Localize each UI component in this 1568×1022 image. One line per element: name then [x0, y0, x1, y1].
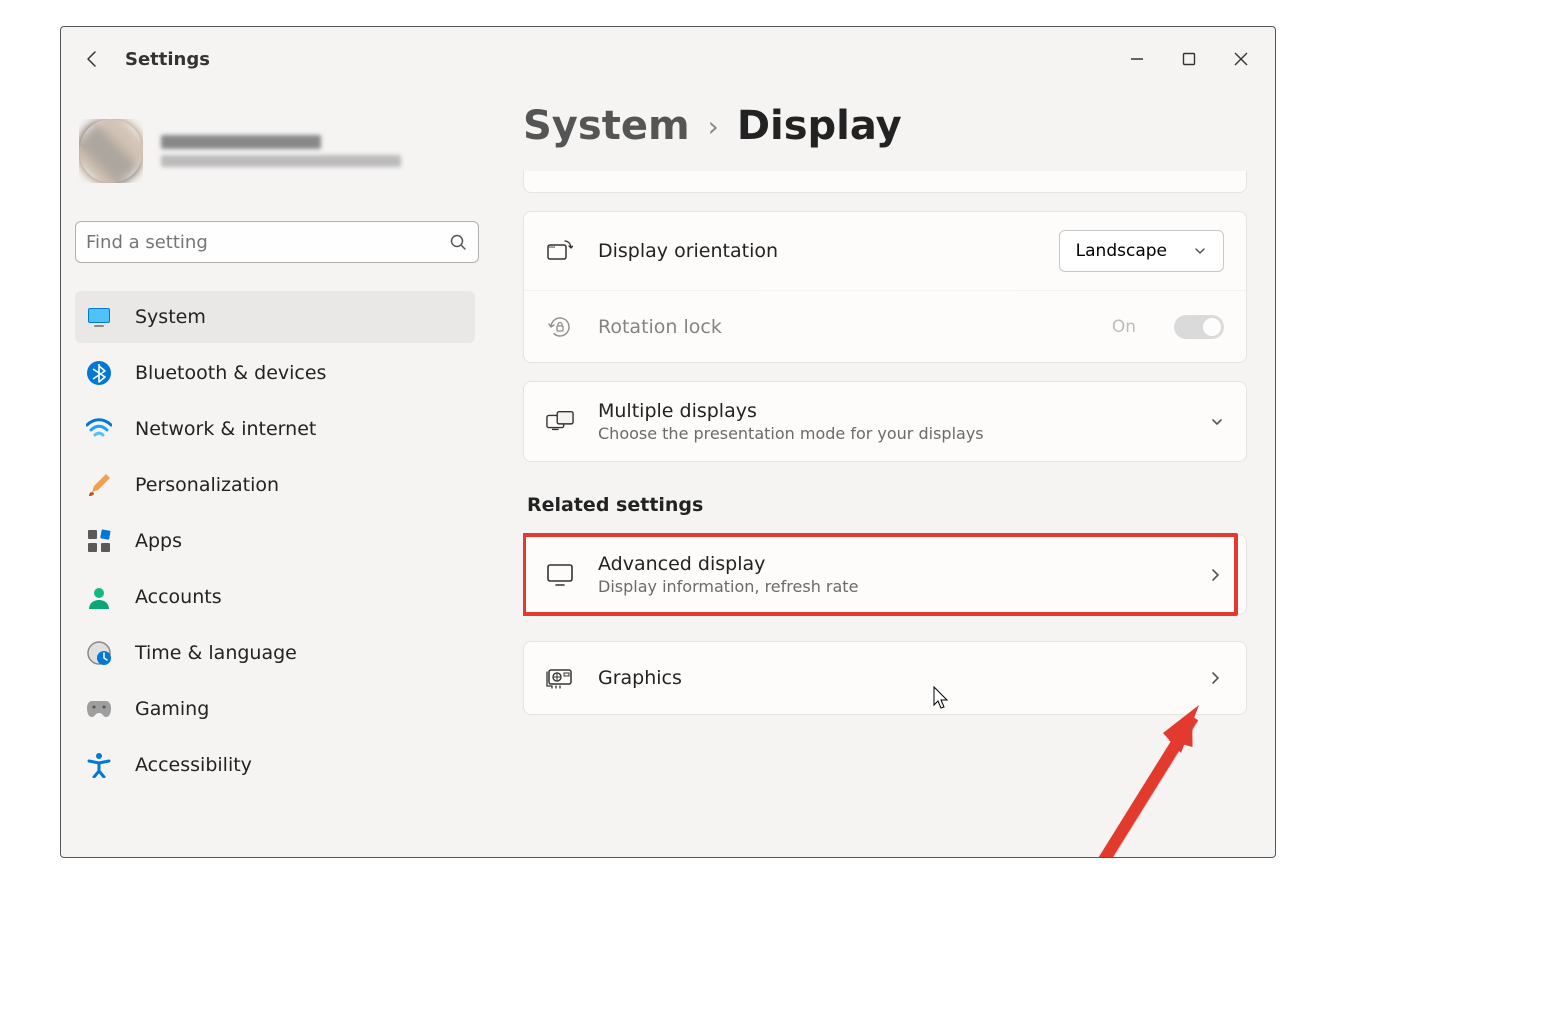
setting-subtitle: Display information, refresh rate [598, 577, 1182, 596]
brush-icon [85, 471, 113, 499]
chevron-down-icon [1193, 244, 1207, 258]
avatar [79, 119, 143, 183]
chevron-right-icon [1206, 669, 1224, 687]
setting-display-orientation: Display orientation Landscape [524, 212, 1246, 290]
rotation-lock-icon [546, 313, 574, 341]
search-input[interactable] [86, 232, 448, 253]
search-box[interactable] [75, 221, 479, 263]
sidebar-item-label: Accounts [135, 586, 222, 608]
sidebar-item-personalization[interactable]: Personalization [75, 459, 475, 511]
back-button[interactable] [69, 35, 117, 83]
sidebar-item-network[interactable]: Network & internet [75, 403, 475, 455]
orientation-dropdown[interactable]: Landscape [1059, 230, 1224, 272]
chevron-right-icon: › [708, 110, 719, 143]
setting-title: Multiple displays [598, 400, 1186, 422]
system-icon [85, 303, 113, 331]
wifi-icon [85, 415, 113, 443]
toggle-state-label: On [1112, 317, 1136, 337]
clock-globe-icon [85, 639, 113, 667]
setting-title: Rotation lock [598, 316, 1088, 338]
dropdown-value: Landscape [1076, 241, 1167, 261]
multiple-displays-icon [546, 408, 574, 436]
gpu-icon [546, 664, 574, 692]
main-content: System › Display Display orientation [493, 91, 1275, 857]
sidebar-item-time-language[interactable]: Time & language [75, 627, 475, 679]
setting-title: Advanced display [598, 553, 1182, 575]
sidebar-item-label: Personalization [135, 474, 279, 496]
setting-graphics[interactable]: Graphics [523, 641, 1247, 715]
sidebar-item-label: Time & language [135, 642, 297, 664]
setting-rotation-lock: Rotation lock On [524, 290, 1246, 362]
account-text-redacted [161, 135, 401, 167]
setting-subtitle: Choose the presentation mode for your di… [598, 424, 1186, 443]
sidebar-item-bluetooth[interactable]: Bluetooth & devices [75, 347, 475, 399]
sidebar-item-system[interactable]: System [75, 291, 475, 343]
sidebar-item-label: Accessibility [135, 754, 252, 776]
search-icon [448, 232, 468, 252]
settings-scroll[interactable]: Display orientation Landscape [523, 171, 1253, 857]
chevron-down-icon [1210, 415, 1224, 429]
setting-multiple-displays[interactable]: Multiple displays Choose the presentatio… [523, 381, 1247, 462]
gamepad-icon [85, 695, 113, 723]
monitor-icon [546, 561, 574, 589]
sidebar-item-label: Apps [135, 530, 182, 552]
sidebar-item-accessibility[interactable]: Accessibility [75, 739, 475, 791]
sidebar-item-gaming[interactable]: Gaming [75, 683, 475, 735]
sidebar-item-label: System [135, 306, 206, 328]
related-settings-heading: Related settings [527, 494, 1247, 516]
maximize-button[interactable] [1163, 37, 1215, 81]
account-block[interactable] [75, 99, 479, 211]
chevron-right-icon [1206, 566, 1224, 584]
breadcrumb-current: Display [737, 103, 902, 149]
breadcrumb: System › Display [523, 103, 1253, 149]
nav-list: System Bluetooth & devices Network & int… [75, 287, 479, 857]
previous-card-bottom [523, 171, 1247, 193]
breadcrumb-parent[interactable]: System [523, 103, 690, 149]
accessibility-icon [85, 751, 113, 779]
setting-title: Display orientation [598, 240, 1035, 262]
minimize-button[interactable] [1111, 37, 1163, 81]
apps-icon [85, 527, 113, 555]
sidebar-item-label: Bluetooth & devices [135, 362, 326, 384]
orientation-icon [546, 237, 574, 265]
setting-title: Graphics [598, 667, 1182, 689]
account-icon [85, 583, 113, 611]
sidebar-item-label: Gaming [135, 698, 209, 720]
rotation-lock-toggle [1174, 315, 1224, 339]
setting-advanced-display[interactable]: Advanced display Display information, re… [523, 534, 1247, 615]
sidebar-item-apps[interactable]: Apps [75, 515, 475, 567]
close-button[interactable] [1215, 37, 1267, 81]
sidebar-item-label: Network & internet [135, 418, 316, 440]
sidebar-item-accounts[interactable]: Accounts [75, 571, 475, 623]
titlebar: Settings [61, 27, 1275, 91]
settings-window: Settings [60, 26, 1276, 858]
app-title: Settings [125, 49, 210, 70]
bluetooth-icon [85, 359, 113, 387]
sidebar: System Bluetooth & devices Network & int… [61, 91, 493, 857]
